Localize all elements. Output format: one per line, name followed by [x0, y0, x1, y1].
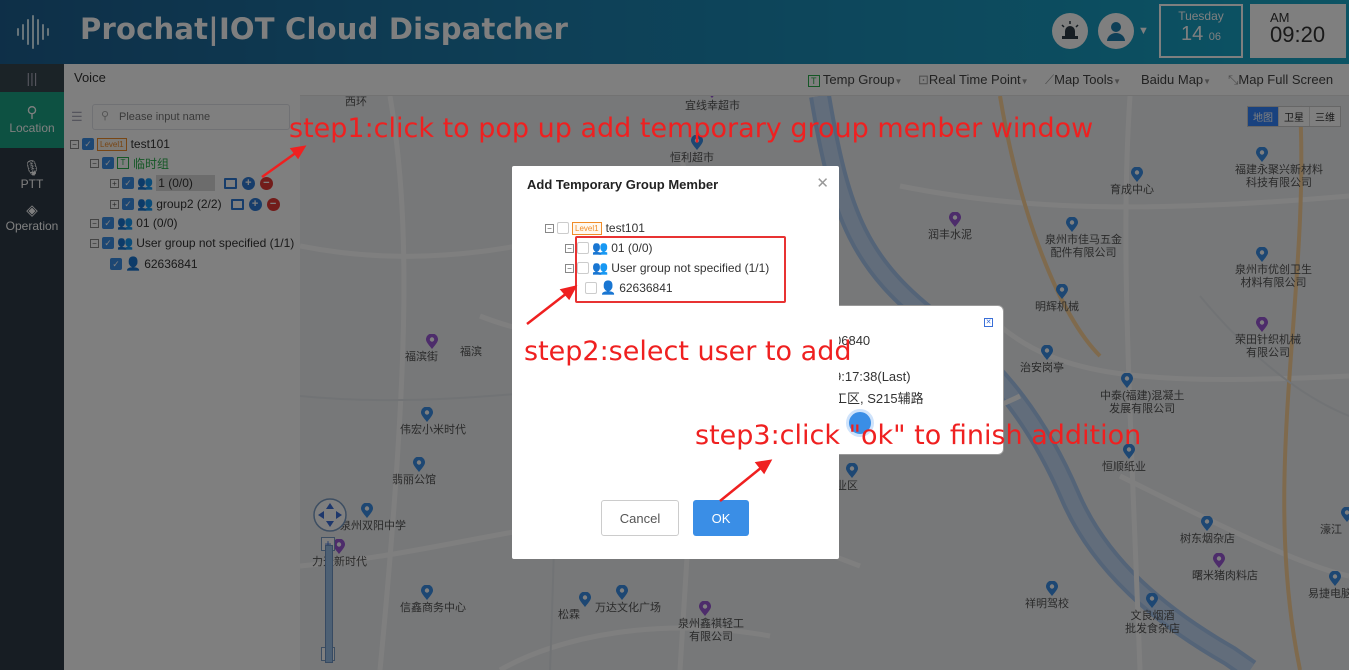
- checkbox[interactable]: [557, 222, 569, 234]
- selection-highlight-box: [575, 236, 786, 303]
- step2-annotation: step2:select user to add: [524, 336, 852, 367]
- step1-annotation: step1:click to pop up add temporary grou…: [289, 113, 1094, 144]
- step3-annotation: step3:click "ok" to finish addition: [695, 420, 1142, 451]
- dialog-tree-root[interactable]: − Level1 test101: [545, 218, 645, 238]
- level-badge: Level1: [572, 221, 602, 235]
- collapse-toggle-icon[interactable]: −: [565, 263, 574, 273]
- dialog-root-label: test101: [605, 221, 645, 235]
- ok-button[interactable]: OK: [693, 500, 749, 536]
- popup-address: 工区, S215辅路: [834, 391, 924, 406]
- cancel-button[interactable]: Cancel: [601, 500, 679, 536]
- collapse-toggle-icon[interactable]: −: [545, 223, 554, 233]
- close-icon[interactable]: ✕: [984, 318, 993, 327]
- close-icon[interactable]: ✕: [816, 174, 829, 192]
- collapse-toggle-icon[interactable]: −: [565, 243, 574, 253]
- dialog-title: Add Temporary Group Member: [527, 177, 719, 192]
- popup-time: 9:17:38(Last): [834, 369, 911, 384]
